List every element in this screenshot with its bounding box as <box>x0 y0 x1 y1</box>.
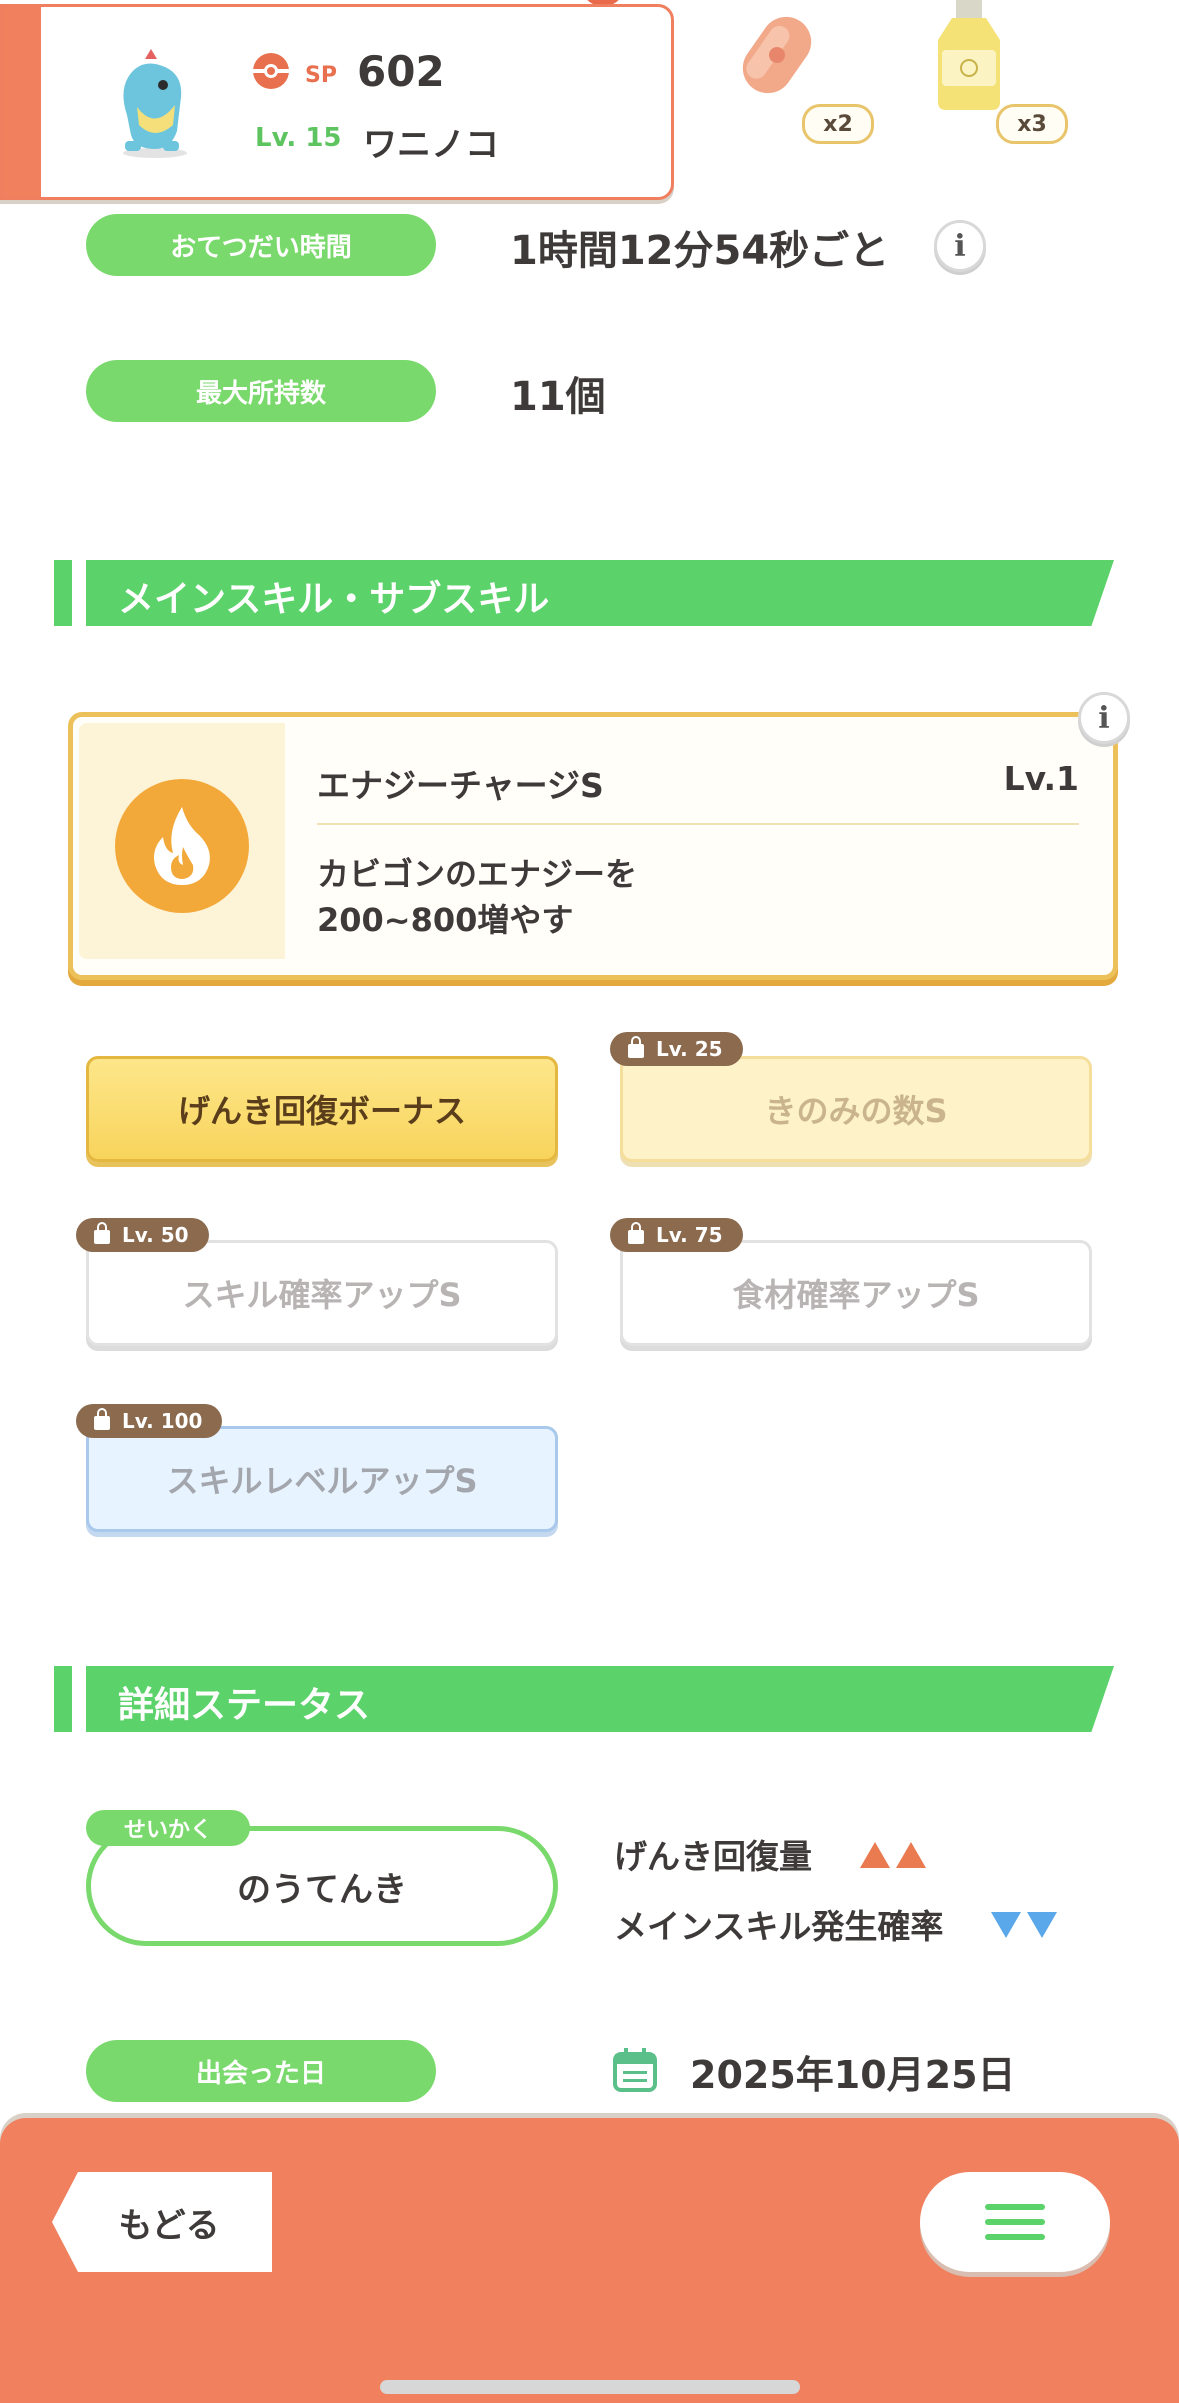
lock-icon <box>628 1222 644 1244</box>
sub-skill-skill-level-up[interactable]: スキルレベルアップS <box>86 1426 558 1532</box>
arrow-down-icon <box>990 1907 1063 1946</box>
section-title: 詳細ステータス <box>118 1685 371 1726</box>
menu-button[interactable] <box>920 2172 1110 2272</box>
pokemon-header-card: SP 602 Lv. 15 ワニノコ <box>0 4 674 200</box>
lock-tag: Lv. 100 <box>76 1404 223 1438</box>
ingredient-count: x3 <box>996 104 1068 144</box>
help-time-label: おてつだい時間 <box>86 214 436 276</box>
pokeball-icon <box>251 51 291 91</box>
lock-icon <box>628 1036 644 1058</box>
help-time-info-icon[interactable]: i <box>934 220 986 272</box>
lock-icon <box>94 1222 110 1244</box>
pokemon-level: Lv. 15 <box>255 123 342 153</box>
sp-label: SP <box>305 63 337 88</box>
hamburger-icon <box>985 2204 1045 2240</box>
max-carry-value: 11個 <box>510 374 606 420</box>
arrow-up-icon <box>859 1837 932 1876</box>
lock-icon <box>94 1408 110 1430</box>
divider <box>317 823 1079 825</box>
max-carry-label: 最大所持数 <box>86 360 436 422</box>
sub-skill-ingredient-finder[interactable]: 食材確率アップS <box>620 1240 1092 1346</box>
ingredient-count: x2 <box>802 104 874 144</box>
met-date-value: 2025年10月25日 <box>690 2053 1016 2097</box>
lock-tag: Lv. 25 <box>610 1032 743 1066</box>
sausage-icon[interactable] <box>722 0 832 110</box>
detail-section-header: 詳細ステータス <box>54 1666 1114 1732</box>
flame-icon <box>115 779 249 913</box>
nature-tag: せいかく <box>86 1810 250 1846</box>
back-button[interactable]: もどる <box>52 2172 272 2272</box>
lock-tag: Lv. 50 <box>76 1218 209 1252</box>
sub-skill-skill-trigger-up[interactable]: スキル確率アップS <box>86 1240 558 1346</box>
pokemon-portrait <box>97 45 213 161</box>
nature-stat-down: メインスキル発生確率 <box>614 1900 1063 1948</box>
sub-skill-berry-count[interactable]: きのみの数S <box>620 1056 1092 1162</box>
section-title: メインスキル・サブスキル <box>118 579 550 620</box>
sp-value: 602 <box>357 47 445 96</box>
nature-stat-up: げんき回復量 <box>614 1830 932 1878</box>
home-indicator[interactable] <box>380 2380 800 2394</box>
skills-section-header: メインスキル・サブスキル <box>54 560 1114 626</box>
bottom-bar: もどる <box>0 2118 1179 2403</box>
pokemon-name: ワニノコ <box>363 125 499 165</box>
calendar-icon <box>612 2048 658 2092</box>
main-skill-level: Lv.1 <box>1003 759 1079 798</box>
main-skill-description: カビゴンのエナジーを 200~800増やす <box>317 855 638 939</box>
oil-bottle-icon[interactable] <box>926 0 1012 112</box>
help-time-value: 1時間12分54秒ごと <box>510 228 890 274</box>
main-skill-name: エナジーチャージS <box>317 766 604 805</box>
met-date-label: 出会った日 <box>86 2040 436 2102</box>
sub-skill-energy-recovery-bonus[interactable]: げんき回復ボーナス <box>86 1056 558 1162</box>
header-accent-stripe <box>3 7 41 197</box>
main-skill-info-icon[interactable]: i <box>1078 692 1130 744</box>
lock-tag: Lv. 75 <box>610 1218 743 1252</box>
main-skill-card[interactable]: エナジーチャージS Lv.1 カビゴンのエナジーを 200~800増やす <box>68 712 1118 980</box>
